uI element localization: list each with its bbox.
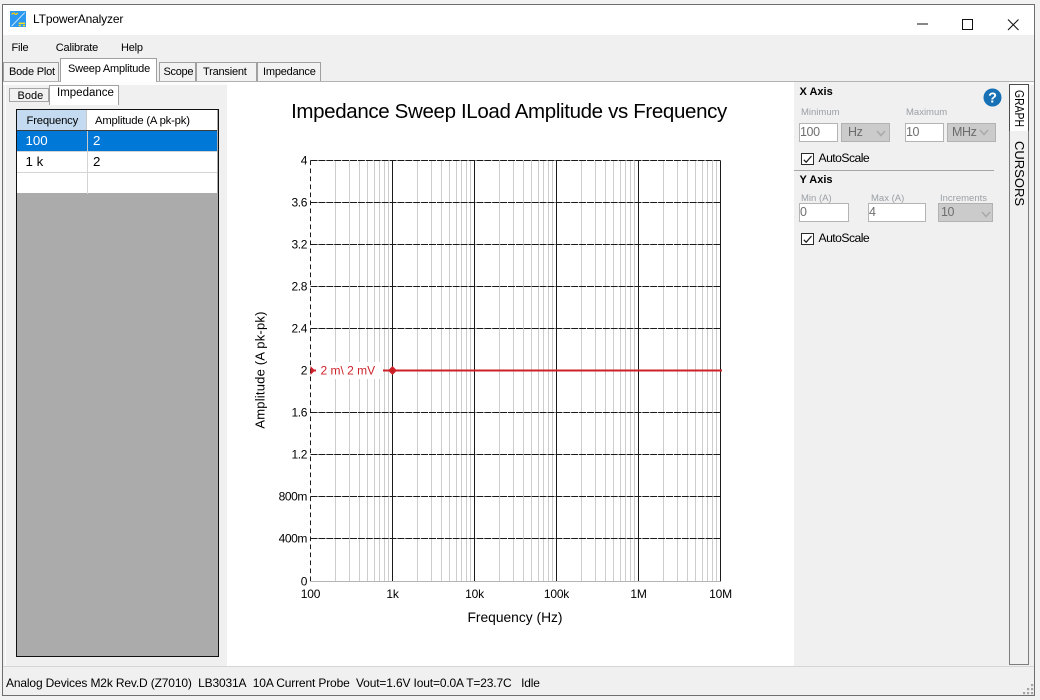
svg-text:4: 4: [301, 154, 308, 168]
svg-text:100k: 100k: [544, 587, 570, 601]
svg-text:800m: 800m: [279, 490, 308, 504]
svg-text:2 m\ 2 mV: 2 m\ 2 mV: [321, 364, 376, 378]
svg-text:10M: 10M: [709, 587, 732, 601]
svg-text:?: ?: [988, 91, 997, 107]
svg-text:100: 100: [301, 587, 321, 601]
svg-text:2.8: 2.8: [292, 280, 308, 294]
svg-text:Impedance Sweep ILoad Amplitud: Impedance Sweep ILoad Amplitude vs Frequ…: [291, 100, 728, 123]
svg-text:1M: 1M: [630, 587, 646, 601]
svg-text:400m: 400m: [279, 532, 308, 546]
svg-text:1.2: 1.2: [292, 448, 308, 462]
svg-text:2.4: 2.4: [292, 322, 308, 336]
svg-text:10k: 10k: [465, 587, 485, 601]
svg-text:Frequency (Hz): Frequency (Hz): [467, 610, 562, 625]
svg-text:1k: 1k: [386, 587, 399, 601]
svg-text:3.2: 3.2: [292, 238, 308, 252]
svg-text:Amplitude (A pk-pk): Amplitude (A pk-pk): [253, 311, 268, 428]
svg-text:2: 2: [301, 364, 308, 378]
svg-text:3.6: 3.6: [292, 196, 308, 210]
svg-text:1.6: 1.6: [292, 406, 308, 420]
